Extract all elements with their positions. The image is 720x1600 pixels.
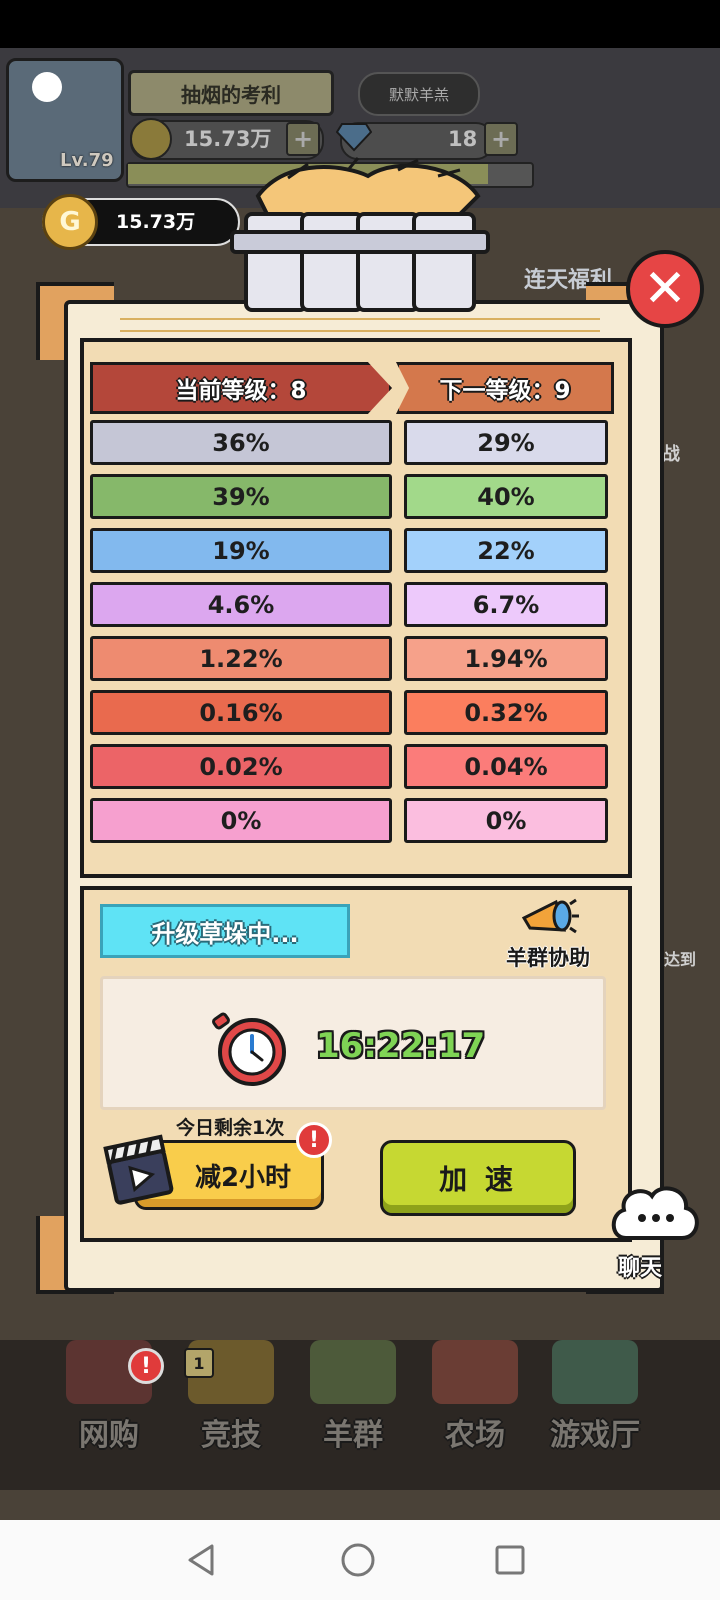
home-icon[interactable] <box>340 1542 376 1578</box>
stopwatch-icon <box>212 1012 286 1086</box>
flock-help-label[interactable]: 羊群协助 <box>496 942 600 972</box>
remaining-uses-label: 今日剩余1次 <box>176 1117 285 1139</box>
next-rate-cell: 0.32% <box>404 690 608 735</box>
next-rate-cell: 22% <box>404 528 608 573</box>
diamond-icon <box>336 123 372 152</box>
next-rate-cell: 40% <box>404 474 608 519</box>
nav-label: 农场 <box>445 1418 505 1453</box>
add-gem-button[interactable]: + <box>484 122 518 156</box>
speed-up-button[interactable]: 加 速 <box>380 1140 576 1216</box>
close-button[interactable]: ✕ <box>626 250 704 328</box>
next-rate-cell: 0% <box>404 798 608 843</box>
avatar-indicator-dot <box>32 72 62 102</box>
player-name: 抽烟的考利 <box>128 70 334 116</box>
video-clapper-icon[interactable] <box>102 1126 176 1206</box>
haystack-icon <box>230 157 490 312</box>
nav-label: 游戏厅 <box>550 1418 640 1453</box>
countdown-timer: 16:22:17 <box>316 1026 486 1066</box>
current-rate-cell: 0.02% <box>90 744 392 789</box>
gold-coin-icon <box>130 118 172 160</box>
player-tag[interactable]: 默默羊羔 <box>358 72 480 116</box>
gold-coin-icon: G <box>42 194 98 250</box>
current-rate-cell: 36% <box>90 420 392 465</box>
status-bar <box>0 0 720 48</box>
recents-icon[interactable] <box>494 1544 526 1576</box>
current-rate-cell: 0.16% <box>90 690 392 735</box>
next-level-header: 下一等级：9 <box>396 362 614 414</box>
megaphone-icon[interactable] <box>516 896 580 942</box>
add-gold-button[interactable]: + <box>286 122 320 156</box>
arena-count-badge: 1 <box>184 1348 214 1378</box>
player-level: Lv.79 <box>60 150 114 171</box>
dialog-decor-line <box>120 318 600 332</box>
next-rate-cell: 0.04% <box>404 744 608 789</box>
side-label-battle: 战 <box>662 444 680 465</box>
current-rate-cell: 19% <box>90 528 392 573</box>
side-label-reach: 达到 <box>664 950 697 969</box>
nav-label: 竞技 <box>201 1418 261 1453</box>
current-level-header: 当前等级：8 <box>90 362 392 414</box>
arcade-machine-icon <box>552 1340 638 1404</box>
nav-item-arcade[interactable]: 游戏厅 <box>530 1340 660 1490</box>
next-rate-cell: 29% <box>404 420 608 465</box>
next-rate-cell: 1.94% <box>404 636 608 681</box>
chat-bubble-icon[interactable] <box>606 1168 702 1256</box>
nav-item-flock[interactable]: 羊群 <box>288 1340 418 1490</box>
barn-icon <box>432 1340 518 1404</box>
chat-label[interactable]: 聊天 <box>618 1250 662 1282</box>
current-rate-cell: 1.22% <box>90 636 392 681</box>
shop-alert-badge: ! <box>128 1348 164 1384</box>
current-rate-cell: 0% <box>90 798 392 843</box>
sheep-flock-icon <box>310 1340 396 1404</box>
back-icon[interactable] <box>186 1542 218 1578</box>
current-rate-cell: 39% <box>90 474 392 519</box>
current-rate-cell: 4.6% <box>90 582 392 627</box>
nav-item-farm[interactable]: 农场 <box>410 1340 540 1490</box>
gem-amount: 18 <box>448 127 478 151</box>
upgrade-status-label: 升级草垛中... <box>100 904 350 958</box>
nav-label: 羊群 <box>323 1418 383 1453</box>
reduce-alert-badge: ! <box>296 1122 332 1158</box>
next-rate-cell: 6.7% <box>404 582 608 627</box>
coin-balance: 15.73万 <box>116 210 196 233</box>
nav-label: 网购 <box>79 1418 139 1453</box>
gold-amount: 15.73万 <box>184 127 272 151</box>
